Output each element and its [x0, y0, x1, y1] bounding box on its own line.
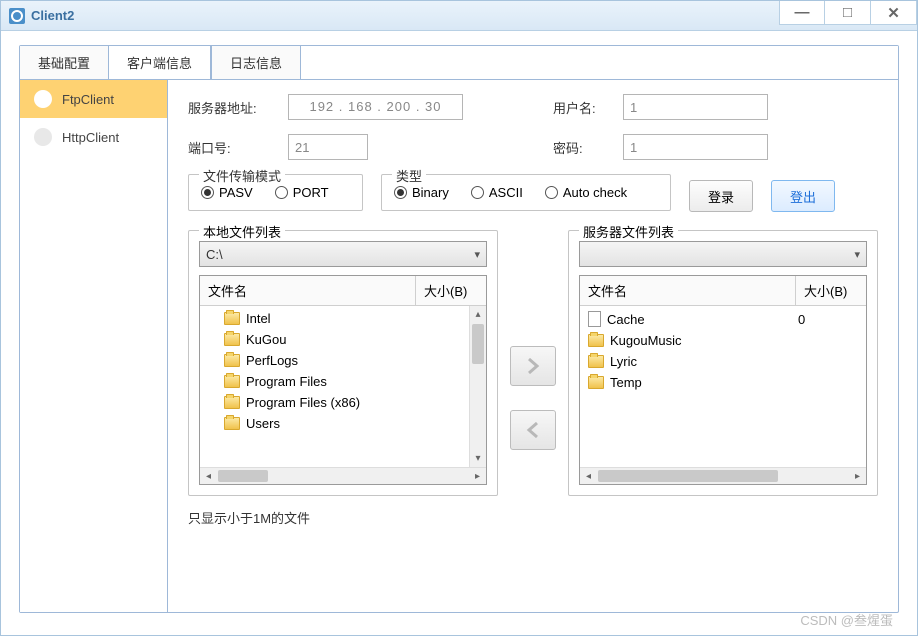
sidebar-item-label: FtpClient	[62, 92, 114, 107]
legend-mode: 文件传输模式	[199, 166, 285, 185]
list-item[interactable]: Intel	[200, 308, 486, 329]
folder-icon	[224, 417, 240, 430]
radio-pasv[interactable]: PASV	[201, 185, 253, 200]
remote-file-panel: 服务器文件列表 ▾ 文件名 大小(B) Cache0KugouMusic	[568, 230, 878, 496]
legend-remote: 服务器文件列表	[579, 222, 678, 241]
remote-file-list: 文件名 大小(B) Cache0KugouMusicLyricTemp ◂▸	[579, 275, 867, 485]
label-port: 端口号:	[188, 138, 288, 157]
list-item[interactable]: KuGou	[200, 329, 486, 350]
label-pass: 密码:	[553, 138, 623, 157]
local-file-list: 文件名 大小(B) IntelKuGouPerfLogsProgram File…	[199, 275, 487, 485]
radio-icon	[471, 186, 484, 199]
scrollbar-horizontal[interactable]: ◂▸	[580, 467, 866, 484]
col-size[interactable]: 大小(B)	[416, 276, 486, 305]
legend-type: 类型	[392, 166, 426, 185]
scrollbar-horizontal[interactable]: ◂▸	[200, 467, 486, 484]
user-input[interactable]	[623, 94, 768, 120]
col-filename[interactable]: 文件名	[580, 276, 796, 305]
close-button[interactable]: ✕	[871, 1, 917, 25]
radio-port[interactable]: PORT	[275, 185, 329, 200]
file-icon	[588, 311, 601, 327]
list-item[interactable]: Cache0	[580, 308, 866, 330]
login-button[interactable]: 登录	[689, 180, 753, 212]
page-content: 服务器地址: 192 . 168 . 200 . 30 用户名: 端口号: 密码…	[168, 80, 898, 612]
list-item[interactable]: Users	[200, 413, 486, 434]
scrollbar-vertical[interactable]: ▴▾	[469, 306, 486, 467]
app-window: Client2 — □ ✕ 基础配置 客户端信息 日志信息 FtpClient	[0, 0, 918, 636]
list-item[interactable]: KugouMusic	[580, 330, 866, 351]
sidebar-item-label: HttpClient	[62, 130, 119, 145]
app-icon	[9, 8, 25, 24]
window-title: Client2	[31, 8, 74, 23]
server-input[interactable]: 192 . 168 . 200 . 30	[288, 94, 463, 120]
radio-icon	[545, 186, 558, 199]
radio-icon	[394, 186, 407, 199]
fieldset-transfer-mode: 文件传输模式 PASV PORT	[188, 174, 363, 211]
radio-icon	[275, 186, 288, 199]
chevron-right-icon	[523, 356, 543, 376]
remote-path-combo[interactable]: ▾	[579, 241, 867, 267]
tabs: 基础配置 客户端信息 日志信息	[20, 46, 898, 80]
folder-icon	[588, 376, 604, 389]
folder-icon	[224, 396, 240, 409]
list-item[interactable]: Program Files (x86)	[200, 392, 486, 413]
folder-icon	[588, 334, 604, 347]
label-server: 服务器地址:	[188, 98, 288, 117]
tab-log-info[interactable]: 日志信息	[212, 46, 301, 79]
port-input[interactable]	[288, 134, 368, 160]
folder-icon	[224, 333, 240, 346]
fieldset-type: 类型 Binary ASCII Auto check	[381, 174, 671, 211]
radio-autocheck[interactable]: Auto check	[545, 185, 627, 200]
radio-icon	[201, 186, 214, 199]
radio-ascii[interactable]: ASCII	[471, 185, 523, 200]
tab-client-info[interactable]: 客户端信息	[109, 46, 211, 79]
dot-icon	[34, 128, 52, 146]
chevron-down-icon: ▾	[854, 248, 860, 261]
dot-icon	[34, 90, 52, 108]
radio-binary[interactable]: Binary	[394, 185, 449, 200]
download-button[interactable]	[510, 410, 556, 450]
minimize-button[interactable]: —	[779, 1, 825, 25]
folder-icon	[224, 354, 240, 367]
chevron-left-icon	[523, 420, 543, 440]
folder-icon	[224, 375, 240, 388]
local-file-panel: 本地文件列表 C:\ ▾ 文件名 大小(B)	[188, 230, 498, 496]
list-item[interactable]: Lyric	[580, 351, 866, 372]
list-item[interactable]: Program Files	[200, 371, 486, 392]
folder-icon	[588, 355, 604, 368]
main-panel: 基础配置 客户端信息 日志信息 FtpClient HttpClient	[19, 45, 899, 613]
list-item[interactable]: PerfLogs	[200, 350, 486, 371]
legend-local: 本地文件列表	[199, 222, 285, 241]
col-filename[interactable]: 文件名	[200, 276, 416, 305]
label-user: 用户名:	[553, 98, 623, 117]
upload-button[interactable]	[510, 346, 556, 386]
sidebar-item-httpclient[interactable]: HttpClient	[20, 118, 167, 156]
list-item[interactable]: Temp	[580, 372, 866, 393]
local-drive-combo[interactable]: C:\ ▾	[199, 241, 487, 267]
sidebar: FtpClient HttpClient	[20, 80, 168, 612]
chevron-down-icon: ▾	[474, 248, 480, 261]
titlebar: Client2 — □ ✕	[1, 1, 917, 31]
maximize-button[interactable]: □	[825, 1, 871, 25]
watermark: CSDN @叁煋蛋	[800, 610, 893, 629]
footer-note: 只显示小于1M的文件	[188, 508, 878, 527]
logout-button[interactable]: 登出	[771, 180, 835, 212]
tab-basic-config[interactable]: 基础配置	[20, 46, 109, 79]
col-size[interactable]: 大小(B)	[796, 276, 866, 305]
pass-input[interactable]	[623, 134, 768, 160]
folder-icon	[224, 312, 240, 325]
sidebar-item-ftpclient[interactable]: FtpClient	[20, 80, 167, 118]
